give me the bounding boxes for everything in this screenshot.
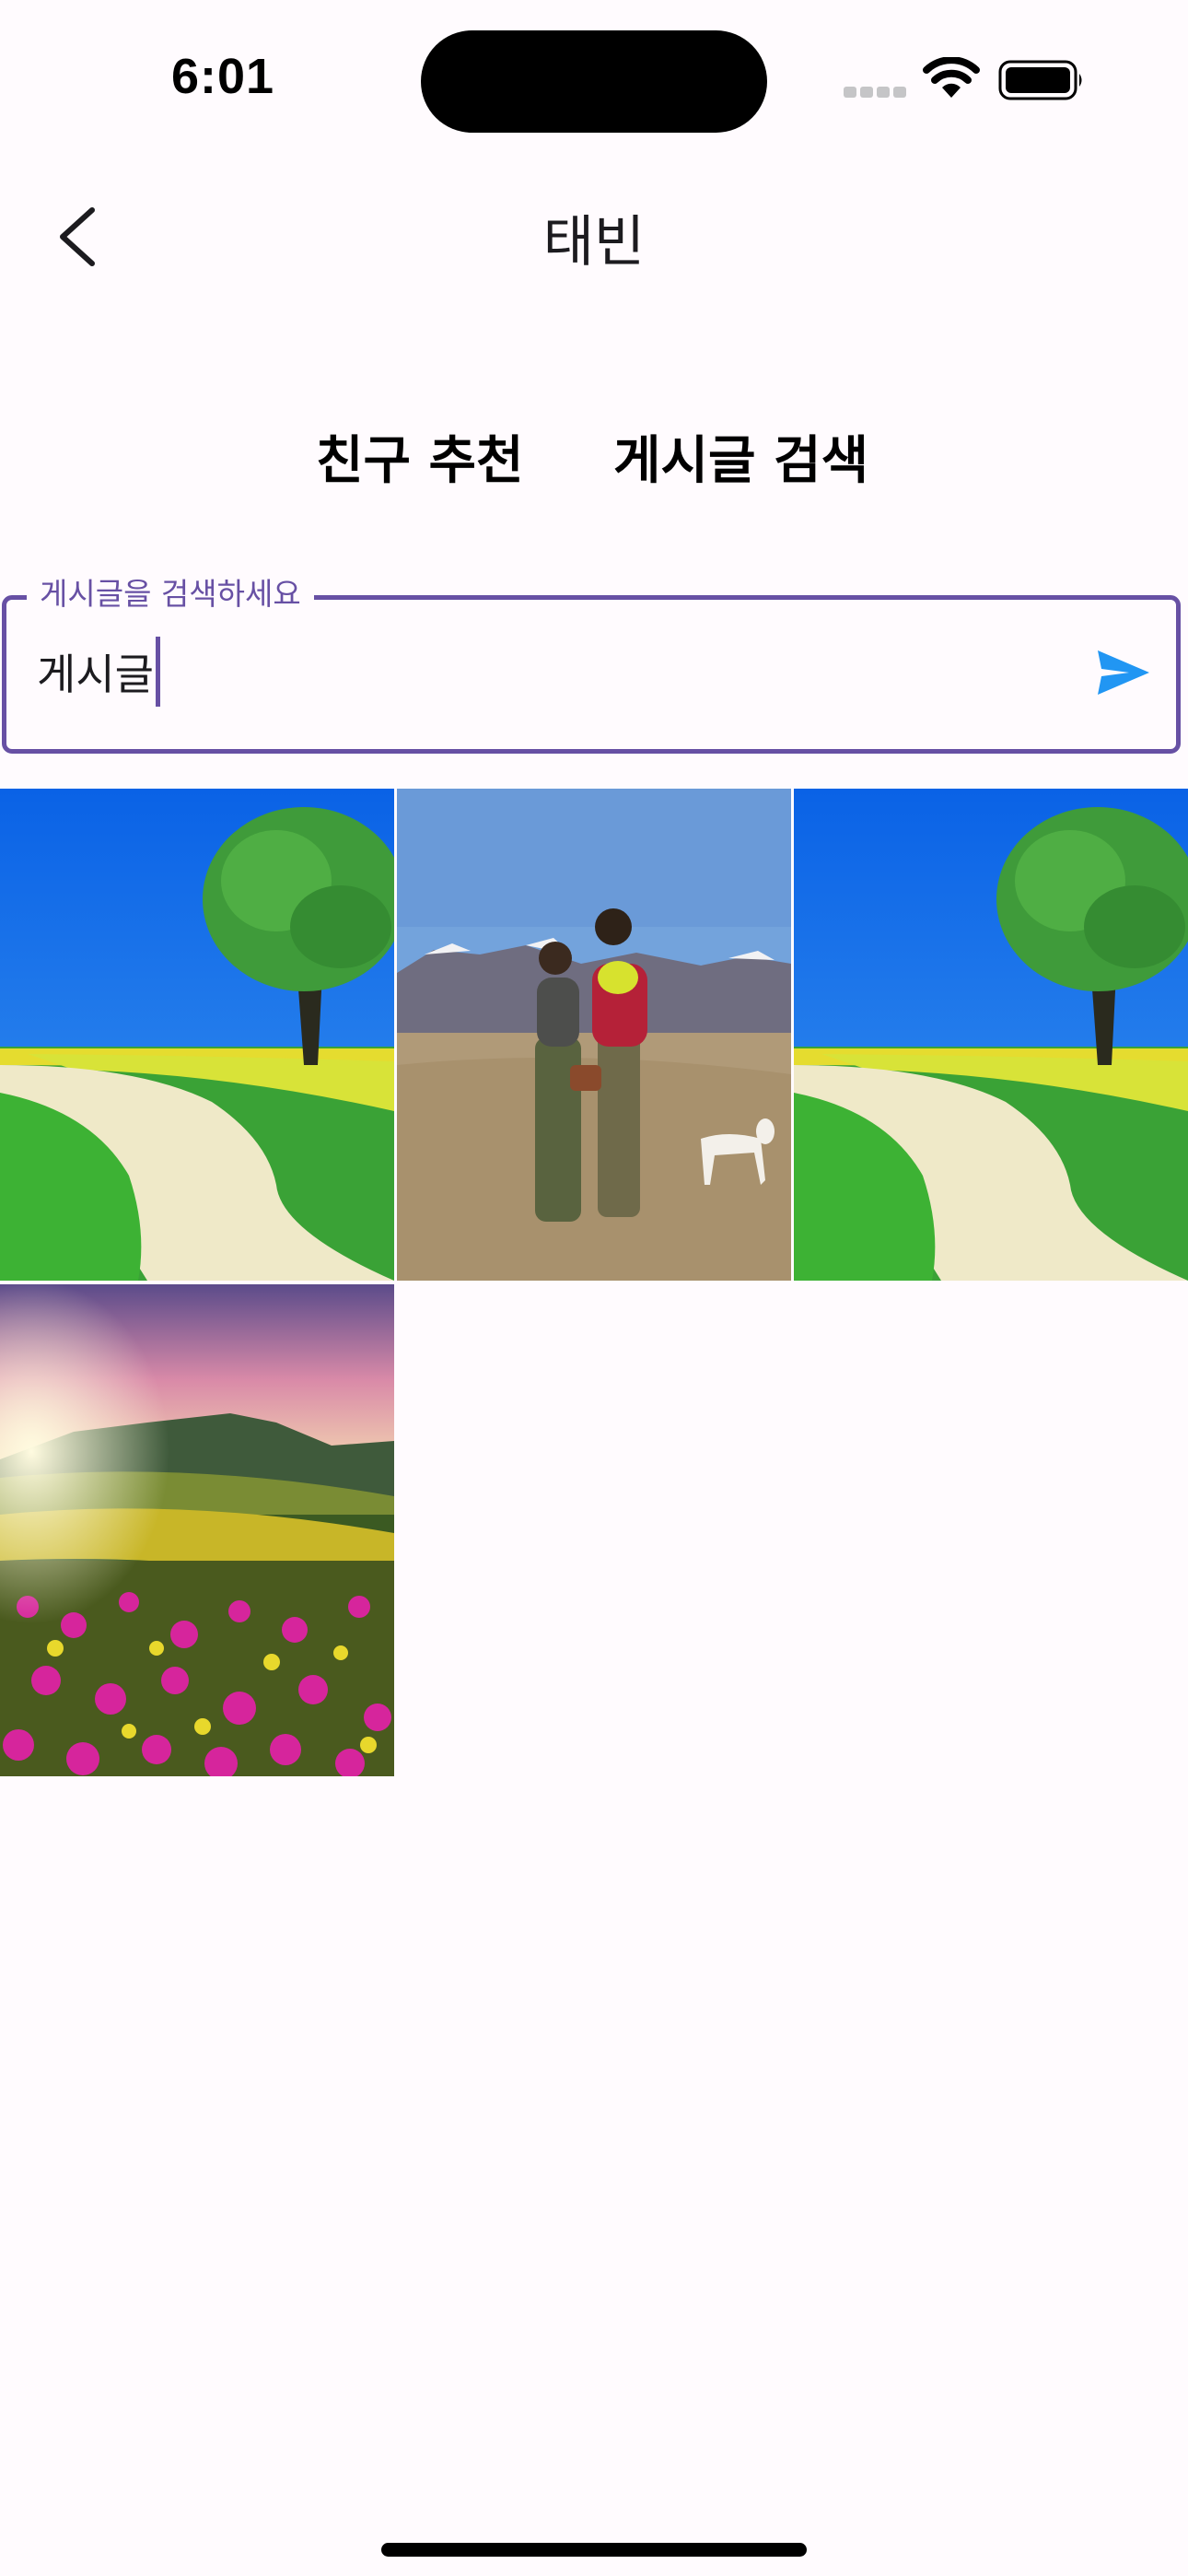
signal-icon (844, 87, 906, 98)
search-field[interactable]: 게시글을 검색하세요 게시글 (2, 574, 1181, 754)
home-indicator (381, 2543, 807, 2557)
wifi-icon (923, 57, 980, 98)
couple-with-dog-on-mountain-image (397, 789, 791, 1281)
send-icon[interactable] (1096, 649, 1151, 697)
tab-post-search[interactable]: 게시글 검색 (613, 419, 868, 494)
tree-on-meadow-path-image (794, 789, 1188, 1281)
search-input-value: 게시글 (37, 650, 154, 699)
post-thumbnail[interactable] (794, 789, 1188, 1281)
page-title: 태빈 (542, 210, 646, 275)
battery-icon (998, 60, 1082, 100)
post-thumbnail[interactable] (397, 789, 791, 1281)
mountain-flower-field-sunset-image (0, 1284, 394, 1776)
tree-on-meadow-path-image (0, 789, 394, 1281)
post-thumbnail[interactable] (0, 1284, 394, 1776)
search-input[interactable]: 게시글 (37, 637, 160, 707)
post-thumbnail[interactable] (0, 789, 394, 1281)
tab-friend-recommendations[interactable]: 친구 추천 (316, 419, 524, 494)
text-cursor (155, 637, 160, 707)
status-time: 6:01 (171, 49, 275, 104)
dynamic-island (421, 30, 767, 133)
search-field-label: 게시글을 검색하세요 (27, 574, 314, 615)
